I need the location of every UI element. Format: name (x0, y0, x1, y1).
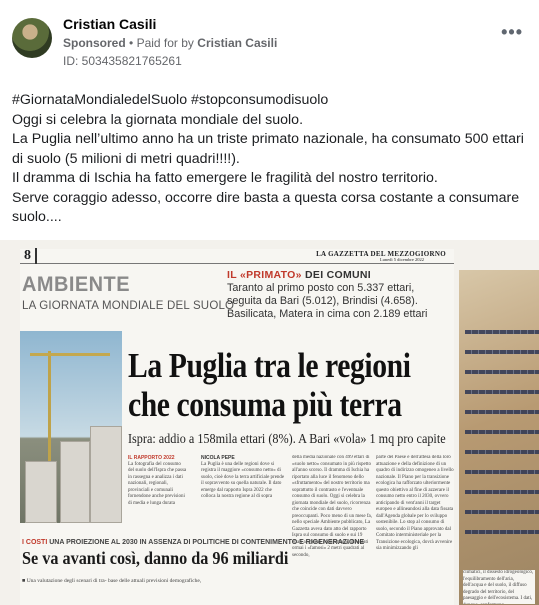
ad-id: ID: 503435821765261 (63, 54, 182, 68)
box-title: IL «PRIMATO» DEI COMUNI (227, 269, 371, 281)
panel-row (465, 430, 539, 434)
panel-row (465, 390, 539, 394)
avatar[interactable] (12, 18, 52, 58)
newspaper-masthead: 8 LA GAZZETTA DEL MEZZOGIORNO Lunedì 5 d… (20, 248, 454, 264)
caption-text: La fotografia del consumo del suolo dell… (128, 461, 187, 506)
box-line: seguita da Bari (5.012), Brindisi (4.658… (227, 295, 418, 307)
panel-row (465, 490, 539, 494)
bottom-text: ■ Una valutazione degli scenari di tra- … (22, 578, 202, 584)
post-text-line: di suolo (5 milioni di metri quadri!!!!)… (12, 150, 240, 167)
post-header: Cristian Casili Sponsored • Paid for by … (12, 14, 527, 74)
headline-line-1: La Puglia tra le regioni (128, 347, 411, 385)
newspaper-page: 8 LA GAZZETTA DEL MEZZOGIORNO Lunedì 5 d… (20, 248, 454, 605)
right-column: climatici, il dissesto idrogeologico, l'… (463, 570, 535, 604)
box-title-suffix: DEI COMUNI (301, 269, 372, 281)
right-column-text: climatici, il dissesto idrogeologico, l'… (463, 570, 534, 604)
article-column-3: parte del Paese e dell'attesa della loro… (376, 455, 454, 603)
post-text-line: Oggi si celebra la giornata mondiale del… (12, 111, 304, 128)
crane-photo (20, 331, 122, 523)
solar-field-photo (459, 270, 539, 605)
article-column-1: NICOLA PEPE La Puglia è una delle region… (201, 455, 287, 533)
building-shape (25, 461, 57, 523)
panel-row (465, 470, 539, 474)
box-line: Basilicata, Matera in cima con 2.189 ett… (227, 308, 428, 320)
bottom-kicker-suffix: UNA PROIEZIONE AL 2030 IN ASSENZA DI POL… (47, 539, 365, 546)
bottom-headline: Se va avanti così, danno da 96 miliardi (22, 548, 289, 568)
sponsored-label: Sponsored (63, 36, 126, 50)
box-title-prefix: IL «PRIMATO» (227, 269, 302, 281)
bottom-kicker-prefix: I COSTI (22, 539, 48, 546)
meta-separator: • (129, 36, 137, 50)
column-text: La Puglia è una delle regioni dove si re… (201, 461, 285, 500)
panel-row (465, 350, 539, 354)
subheadline: Ispra: addio a 158mila ettari (8%). A Ba… (128, 432, 446, 447)
page-number: 8 (24, 248, 37, 264)
box-line: Taranto al primo posto con 5.337 ettari, (227, 282, 415, 294)
post-text-line: suolo.... (12, 209, 62, 225)
paid-for-name[interactable]: Cristian Casili (197, 36, 277, 50)
panel-row (465, 330, 539, 334)
post-text: #GiornataMondialedelSuolo #stopconsumodi… (12, 91, 527, 228)
post-meta: Sponsored • Paid for by Cristian Casili (63, 36, 277, 50)
headline-line-2: che consuma più terra (128, 386, 402, 424)
post-text-line: Serve coraggio adesso, occorre dire bast… (12, 189, 520, 206)
post-text-line: Il dramma di Ischia ha fatto emergere le… (12, 170, 438, 186)
panel-row (465, 410, 539, 414)
post-image[interactable]: 8 LA GAZZETTA DEL MEZZOGIORNO Lunedì 5 d… (0, 240, 539, 605)
panel-row (465, 510, 539, 514)
building-shape (60, 441, 90, 523)
section-title: AMBIENTE (22, 273, 130, 296)
building-shape (90, 426, 122, 523)
column-text: parte del Paese e dell'attesa della loro… (376, 455, 454, 551)
post-text-line[interactable]: #GiornataMondialedelSuolo #stopconsumodi… (12, 91, 527, 111)
paid-for-prefix: Paid for by (136, 36, 194, 50)
sponsored-post-card: Cristian Casili Sponsored • Paid for by … (0, 0, 539, 605)
panel-row (465, 530, 539, 534)
section-subtitle: LA GIORNATA MONDIALE DEL SUOLO (22, 300, 235, 312)
paper-date: Lunedì 5 dicembre 2022 (379, 257, 424, 262)
bottom-kicker: I COSTI UNA PROIEZIONE AL 2030 IN ASSENZ… (22, 539, 364, 546)
post-text-line: La Puglia nell’ultimo anno ha un triste … (12, 131, 524, 147)
panel-row (465, 370, 539, 374)
panel-row (465, 450, 539, 454)
author-name[interactable]: Cristian Casili (63, 16, 156, 32)
caption-column: IL RAPPORTO 2022 La fotografia del consu… (128, 455, 188, 533)
more-options-icon[interactable]: ••• (501, 22, 523, 43)
